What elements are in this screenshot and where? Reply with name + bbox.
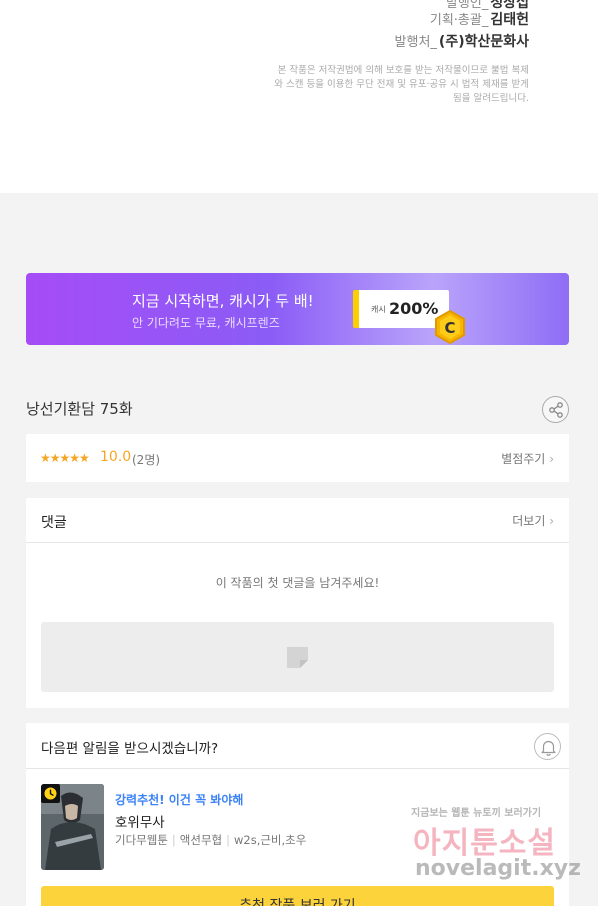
- credit-planner: 기획·총괄_ 김태헌: [430, 9, 529, 29]
- comments-card: 댓글 더보기 › 이 작품의 첫 댓글을 남겨주세요!: [26, 498, 569, 708]
- recommendation-title[interactable]: 호위무사: [115, 811, 165, 831]
- rate-button[interactable]: 별점주기 ›: [501, 450, 554, 467]
- comments-title: 댓글: [41, 515, 67, 531]
- recommendation-tag: 강력추천! 이건 꼭 봐야해: [115, 793, 244, 807]
- coin-icon: C: [435, 310, 465, 344]
- comment-input-box[interactable]: [41, 622, 554, 692]
- meta-genre: 액션무협: [179, 833, 223, 847]
- credit-value: (주)학산문화사: [438, 34, 529, 50]
- next-episode-header: 다음편 알림을 받으시겠습니까?: [26, 723, 569, 769]
- credit-value: 김태헌: [490, 12, 529, 28]
- chevron-right-icon: ›: [549, 514, 554, 528]
- copyright-notice: 본 작품은 저작권법에 의해 보호를 받는 저작물이므로 불법 복제와 스캔 등…: [274, 65, 529, 104]
- next-episode-question: 다음편 알림을 받으시겠습니까?: [41, 741, 219, 757]
- coin-letter: C: [444, 319, 455, 337]
- chevron-right-icon: ›: [549, 452, 554, 466]
- recommended-thumbnail[interactable]: [41, 784, 104, 870]
- cash-friends-banner[interactable]: 지금 시작하면, 캐시가 두 배! 안 기다려도 무료, 캐시프렌즈 캐시 20…: [26, 273, 569, 345]
- share-button[interactable]: [542, 396, 569, 423]
- share-icon: [549, 402, 563, 418]
- meta-category: 기다무웹툰: [115, 833, 168, 847]
- comments-header: 댓글 더보기 ›: [26, 498, 569, 543]
- meta-divider: |: [171, 833, 176, 847]
- credits-section: 발행인_ 정상섭 기획·총괄_ 김태헌 발행처_ (주)학산문화사 본 작품은 저작권…: [0, 0, 598, 193]
- rating-stars: ★★★★★: [40, 451, 90, 465]
- rating-score: 10.0: [100, 449, 132, 465]
- rating-count: (2명): [132, 453, 161, 467]
- banner-subtitle: 안 기다려도 무료, 캐시프렌즈: [132, 316, 280, 330]
- meta-divider: |: [226, 833, 230, 847]
- episode-title: 낭선기환담 75화: [26, 400, 133, 418]
- banner-title: 지금 시작하면, 캐시가 두 배!: [132, 292, 314, 310]
- cash-value: 200%: [389, 299, 439, 318]
- meta-authors: w2s,근비,초우: [233, 833, 307, 847]
- credit-issuer: 발행처_ (주)학산문화사: [395, 31, 529, 51]
- credit-label: 기획·총괄_: [429, 13, 489, 28]
- cash-label: 캐시: [371, 305, 386, 314]
- recommended-thumbnail-image: [41, 784, 104, 870]
- rating-card: ★★★★★ 10.0 (2명) 별점주기 ›: [26, 434, 569, 482]
- credit-label: 발행처_: [394, 35, 437, 50]
- go-to-recommendation-button[interactable]: 추천 작품 보러 가기: [41, 886, 554, 906]
- recommendation-meta: 기다무웹툰 | 액션무협 | w2s,근비,초우: [115, 832, 306, 848]
- clock-icon: [44, 787, 57, 800]
- image-placeholder-icon: [287, 647, 308, 668]
- more-label: 더보기: [512, 514, 546, 528]
- comments-more-button[interactable]: 더보기 ›: [512, 512, 554, 529]
- rate-button-label: 별점주기: [501, 452, 546, 466]
- next-episode-card: 다음편 알림을 받으시겠습니까? 강력추천! 이건 꼭 봐야해 호위무사 기다무…: [26, 723, 569, 906]
- notification-toggle-button[interactable]: [534, 733, 561, 760]
- comments-empty-message: 이 작품의 첫 댓글을 남겨주세요!: [215, 576, 380, 590]
- bell-icon: [541, 740, 556, 756]
